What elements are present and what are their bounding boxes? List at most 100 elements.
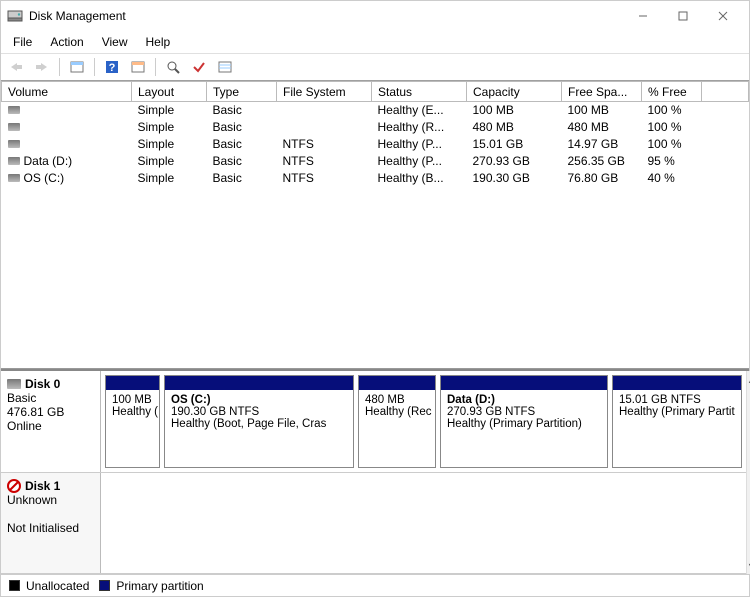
toolbar-separator	[155, 58, 156, 76]
toolbar-separator	[59, 58, 60, 76]
disk-row[interactable]: Disk 1Unknown Not Initialised	[1, 473, 746, 575]
help-button[interactable]: ?	[101, 56, 123, 78]
partition-size: 270.93 GB NTFS	[447, 406, 601, 418]
close-button[interactable]	[703, 2, 743, 30]
partition-status: Healthy (Boot, Page File, Cras	[171, 418, 347, 430]
apply-button[interactable]	[188, 56, 210, 78]
disk-management-icon	[7, 8, 23, 24]
drive-icon	[8, 157, 20, 165]
legend-label-unallocated: Unallocated	[26, 579, 89, 593]
drive-icon	[8, 123, 20, 131]
column-header-row: Volume Layout Type File System Status Ca…	[2, 82, 749, 102]
cell-status: Healthy (R...	[372, 119, 467, 136]
show-hide-tree-button[interactable]	[66, 56, 88, 78]
col-capacity[interactable]: Capacity	[467, 82, 562, 102]
refresh-button[interactable]	[162, 56, 184, 78]
cell-capacity: 15.01 GB	[467, 136, 562, 153]
partition-color-bar	[106, 376, 159, 390]
partition-status: Healthy (Rec	[365, 406, 429, 418]
partition-size: 100 MB	[112, 394, 153, 406]
col-type[interactable]: Type	[207, 82, 277, 102]
partition-color-bar	[165, 376, 353, 390]
settings-button[interactable]	[127, 56, 149, 78]
cell-layout: Simple	[132, 136, 207, 153]
partition[interactable]: 100 MBHealthy (	[105, 375, 160, 468]
cell-layout: Simple	[132, 119, 207, 136]
disk-graphical-pane: Disk 0Basic476.81 GBOnline100 MBHealthy …	[1, 369, 749, 574]
vertical-scrollbar[interactable]: ▲ ▼	[746, 371, 750, 574]
partition-status: Healthy (Primary Partition)	[447, 418, 601, 430]
disk-size: 476.81 GB	[7, 405, 94, 419]
minimize-button[interactable]	[623, 2, 663, 30]
table-row[interactable]: SimpleBasicNTFSHealthy (P...15.01 GB14.9…	[2, 136, 749, 153]
menubar: File Action View Help	[1, 31, 749, 53]
cell-fs	[277, 102, 372, 119]
cell-status: Healthy (P...	[372, 153, 467, 170]
col-layout[interactable]: Layout	[132, 82, 207, 102]
menu-view[interactable]: View	[94, 33, 136, 51]
toolbar-separator	[94, 58, 95, 76]
disk-type: Basic	[7, 391, 94, 405]
cell-status: Healthy (P...	[372, 136, 467, 153]
menu-file[interactable]: File	[5, 33, 40, 51]
drive-icon	[8, 140, 20, 148]
cell-status: Healthy (B...	[372, 170, 467, 187]
menu-action[interactable]: Action	[42, 33, 91, 51]
disk-label: Disk 1	[25, 479, 60, 493]
cell-fs: NTFS	[277, 136, 372, 153]
cell-type: Basic	[207, 102, 277, 119]
disk-header[interactable]: Disk 1Unknown Not Initialised	[1, 473, 101, 574]
table-row[interactable]: SimpleBasicHealthy (R...480 MB480 MB100 …	[2, 119, 749, 136]
cell-layout: Simple	[132, 170, 207, 187]
partition-size: 480 MB	[365, 394, 429, 406]
partition[interactable]: 15.01 GB NTFSHealthy (Primary Partit	[612, 375, 742, 468]
disk-row[interactable]: Disk 0Basic476.81 GBOnline100 MBHealthy …	[1, 371, 746, 473]
col-filesystem[interactable]: File System	[277, 82, 372, 102]
partition-status: Healthy (Primary Partit	[619, 406, 735, 418]
volume-list-pane: Volume Layout Type File System Status Ca…	[1, 81, 749, 369]
titlebar: Disk Management	[1, 1, 749, 31]
disk-label: Disk 0	[25, 377, 60, 391]
table-row[interactable]: OS (C:)SimpleBasicNTFSHealthy (B...190.3…	[2, 170, 749, 187]
partition[interactable]: OS (C:)190.30 GB NTFSHealthy (Boot, Page…	[164, 375, 354, 468]
disk-state: Not Initialised	[7, 521, 94, 535]
partition[interactable]: Data (D:)270.93 GB NTFSHealthy (Primary …	[440, 375, 608, 468]
col-spacer	[702, 82, 749, 102]
back-button[interactable]	[5, 56, 27, 78]
col-pctfree[interactable]: % Free	[642, 82, 702, 102]
partition[interactable]: 480 MBHealthy (Rec	[358, 375, 436, 468]
disk-header[interactable]: Disk 0Basic476.81 GBOnline	[1, 371, 101, 472]
cell-free: 100 MB	[562, 102, 642, 119]
legend-swatch-primary	[99, 580, 110, 591]
menu-help[interactable]: Help	[138, 33, 179, 51]
col-volume[interactable]: Volume	[2, 82, 132, 102]
table-row[interactable]: SimpleBasicHealthy (E...100 MB100 MB100 …	[2, 102, 749, 119]
list-view-button[interactable]	[214, 56, 236, 78]
table-row[interactable]: Data (D:)SimpleBasicNTFSHealthy (P...270…	[2, 153, 749, 170]
cell-fs: NTFS	[277, 170, 372, 187]
error-icon	[7, 479, 21, 493]
maximize-button[interactable]	[663, 2, 703, 30]
forward-button[interactable]	[31, 56, 53, 78]
disk-partitions: 100 MBHealthy (OS (C:)190.30 GB NTFSHeal…	[101, 371, 746, 472]
disk-partitions	[101, 473, 746, 574]
col-freespace[interactable]: Free Spa...	[562, 82, 642, 102]
volume-name: OS (C:)	[24, 171, 65, 185]
partition-size: 190.30 GB NTFS	[171, 406, 347, 418]
cell-free: 480 MB	[562, 119, 642, 136]
col-status[interactable]: Status	[372, 82, 467, 102]
cell-pct: 100 %	[642, 136, 702, 153]
svg-text:?: ?	[109, 62, 116, 74]
cell-type: Basic	[207, 136, 277, 153]
cell-pct: 100 %	[642, 102, 702, 119]
cell-layout: Simple	[132, 153, 207, 170]
cell-pct: 95 %	[642, 153, 702, 170]
cell-capacity: 100 MB	[467, 102, 562, 119]
cell-free: 76.80 GB	[562, 170, 642, 187]
cell-status: Healthy (E...	[372, 102, 467, 119]
window-title: Disk Management	[29, 9, 126, 23]
partition-color-bar	[359, 376, 435, 390]
partition-size: 15.01 GB NTFS	[619, 394, 735, 406]
cell-pct: 100 %	[642, 119, 702, 136]
partition-status: Healthy (	[112, 406, 153, 418]
